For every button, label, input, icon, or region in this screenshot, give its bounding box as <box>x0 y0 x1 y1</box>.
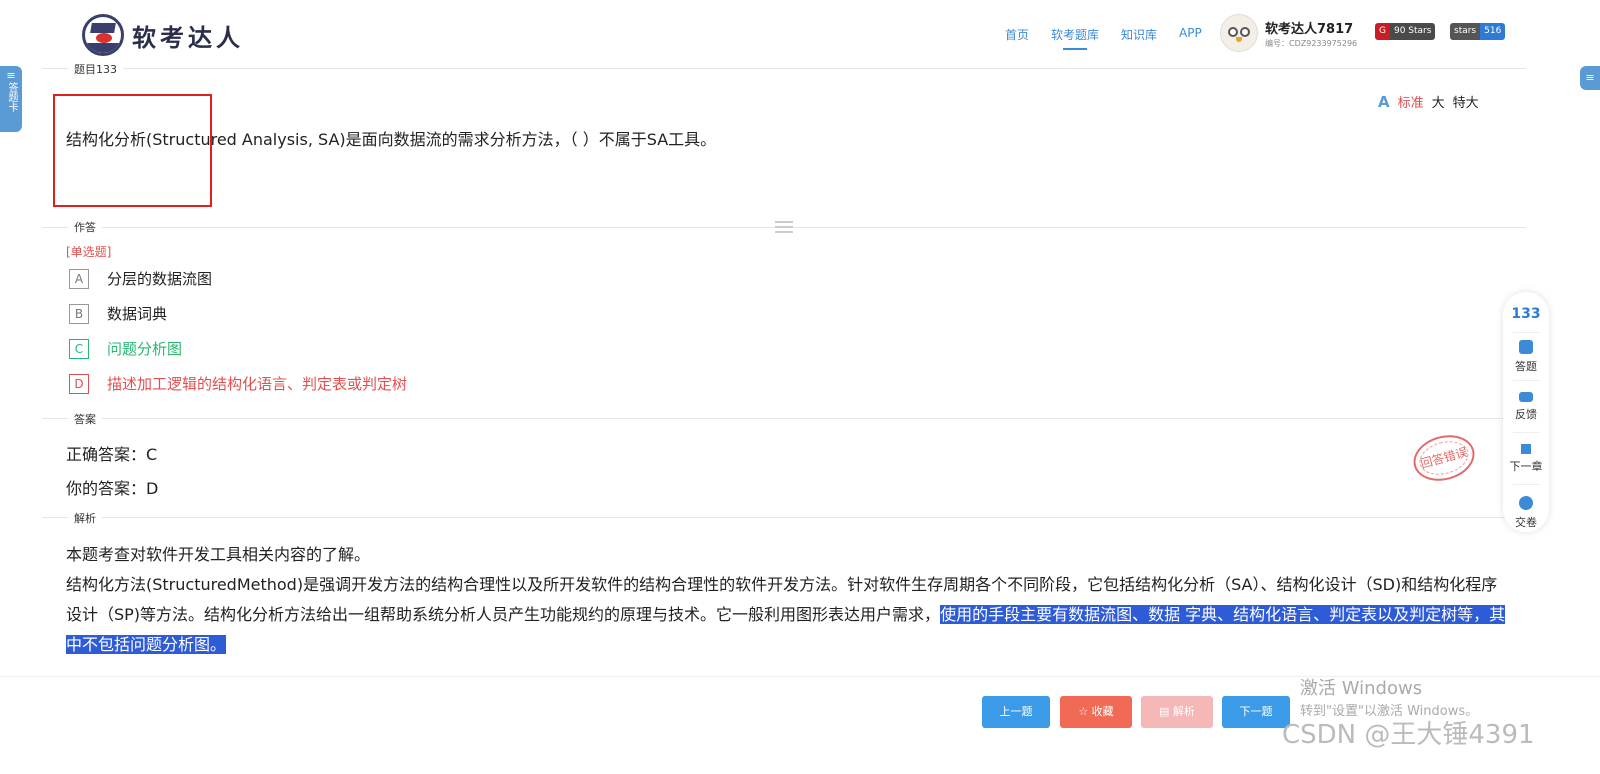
submit-button[interactable]: 交卷 <box>1503 496 1549 530</box>
option-text: 描述加工逻辑的结构化语言、判定表或判定树 <box>107 375 408 393</box>
next-chapter-label: 下一章 <box>1509 460 1543 473</box>
option-key: A <box>69 268 89 289</box>
section-label-answer-area: 作答 <box>68 219 102 235</box>
skip-next-icon <box>1521 444 1531 454</box>
font-size-control: A 标准 大 特大 <box>1378 92 1479 112</box>
your-answer: 你的答案：D <box>66 479 159 498</box>
github-stars-count: 516 <box>1480 23 1506 40</box>
option-text: 问题分析图 <box>107 340 183 358</box>
gitee-icon: G <box>1375 23 1390 40</box>
feedback-icon <box>1519 392 1533 402</box>
analysis-button[interactable]: ▤ 解析 <box>1141 696 1213 728</box>
prev-question-button[interactable]: 上一题 <box>982 696 1050 728</box>
right-menu-tab[interactable]: ≡ <box>1580 66 1600 90</box>
wrong-answer-stamp: 回答错误 <box>1408 428 1480 488</box>
gitee-stars-badge[interactable]: G 90 Stars <box>1375 23 1436 40</box>
nav-app[interactable]: APP <box>1179 26 1202 43</box>
answer-card-label: 答题卡 <box>6 82 17 112</box>
next-question-button[interactable]: 下一题 <box>1222 696 1290 728</box>
section-label-question: 题目133 <box>68 61 123 77</box>
user-name[interactable]: 软考达人7817 <box>1265 18 1353 37</box>
answer-icon <box>1519 340 1533 354</box>
github-stars-badge[interactable]: stars 516 <box>1450 23 1506 40</box>
menu-icon: ≡ <box>1585 71 1595 84</box>
option-key: C <box>69 338 89 359</box>
gitee-stars-count: 90 Stars <box>1389 23 1436 40</box>
csdn-watermark: CSDN @王大锤4391 <box>1282 720 1535 750</box>
nav-question-bank[interactable]: 软考题库 <box>1051 26 1099 50</box>
divider-answer <box>42 418 1526 419</box>
answer-card-tab[interactable]: ≡ 答题卡 <box>0 66 22 132</box>
option-d[interactable]: D 描述加工逻辑的结构化语言、判定表或判定树 <box>69 373 407 394</box>
annotation-box <box>53 94 212 207</box>
github-stars-label: stars <box>1450 23 1481 40</box>
option-a[interactable]: A 分层的数据流图 <box>69 268 212 289</box>
feedback-label: 反馈 <box>1515 408 1537 421</box>
font-size-xlarge[interactable]: 特大 <box>1453 92 1479 111</box>
analysis-intro: 本题考查对软件开发工具相关内容的了解。 <box>66 545 371 564</box>
main-nav: 首页 软考题库 知识库 APP <box>1005 26 1202 50</box>
avatar[interactable] <box>1220 14 1258 52</box>
header-divider <box>42 68 1526 69</box>
option-text: 分层的数据流图 <box>107 270 213 288</box>
header: 软考达人 首页 软考题库 知识库 APP 软考达人7817 编号：CDZ9233… <box>0 0 1600 68</box>
menu-icon: ≡ <box>6 69 16 82</box>
answer-sheet-label: 答题 <box>1515 360 1537 373</box>
font-size-icon: A <box>1378 92 1390 111</box>
divider-analysis <box>42 517 1526 518</box>
question-type: [单选题] <box>66 245 112 259</box>
resize-handle[interactable] <box>775 221 793 233</box>
site-logo[interactable]: 软考达人 <box>82 14 244 56</box>
logo-icon <box>82 14 124 56</box>
question-number: 133 <box>1511 306 1541 322</box>
next-chapter-button[interactable]: 下一章 <box>1503 444 1549 474</box>
stamp-text: 回答错误 <box>1418 445 1469 471</box>
upload-icon <box>1519 496 1533 510</box>
windows-activation-title: 激活 Windows <box>1300 678 1423 699</box>
nav-home[interactable]: 首页 <box>1005 26 1029 43</box>
feedback-button[interactable]: 反馈 <box>1503 392 1549 422</box>
nav-knowledge-base[interactable]: 知识库 <box>1121 26 1157 43</box>
font-size-large[interactable]: 大 <box>1432 92 1445 111</box>
question-text: 结构化分析(Structured Analysis, SA)是面向数据流的需求分… <box>66 130 717 149</box>
favorite-button[interactable]: ☆ 收藏 <box>1060 696 1132 728</box>
user-id: 编号：CDZ9233975296 <box>1265 39 1358 48</box>
option-c[interactable]: C 问题分析图 <box>69 338 182 359</box>
analysis-text: 本题考查对软件开发工具相关内容的了解。 结构化方法(StructuredMeth… <box>66 540 1506 660</box>
option-text: 数据词典 <box>107 305 168 323</box>
section-label-analysis: 解析 <box>68 510 102 526</box>
font-size-standard[interactable]: 标准 <box>1398 92 1424 111</box>
logo-text: 软考达人 <box>132 23 244 52</box>
option-b[interactable]: B 数据词典 <box>69 303 167 324</box>
submit-label: 交卷 <box>1515 516 1537 529</box>
section-label-answer: 答案 <box>68 411 102 427</box>
option-key: B <box>69 303 89 324</box>
side-panel: 133 答题 反馈 下一章 交卷 <box>1503 292 1549 532</box>
answer-sheet-button[interactable]: 答题 <box>1503 340 1549 374</box>
correct-answer: 正确答案：C <box>66 445 158 464</box>
option-key: D <box>69 373 89 394</box>
